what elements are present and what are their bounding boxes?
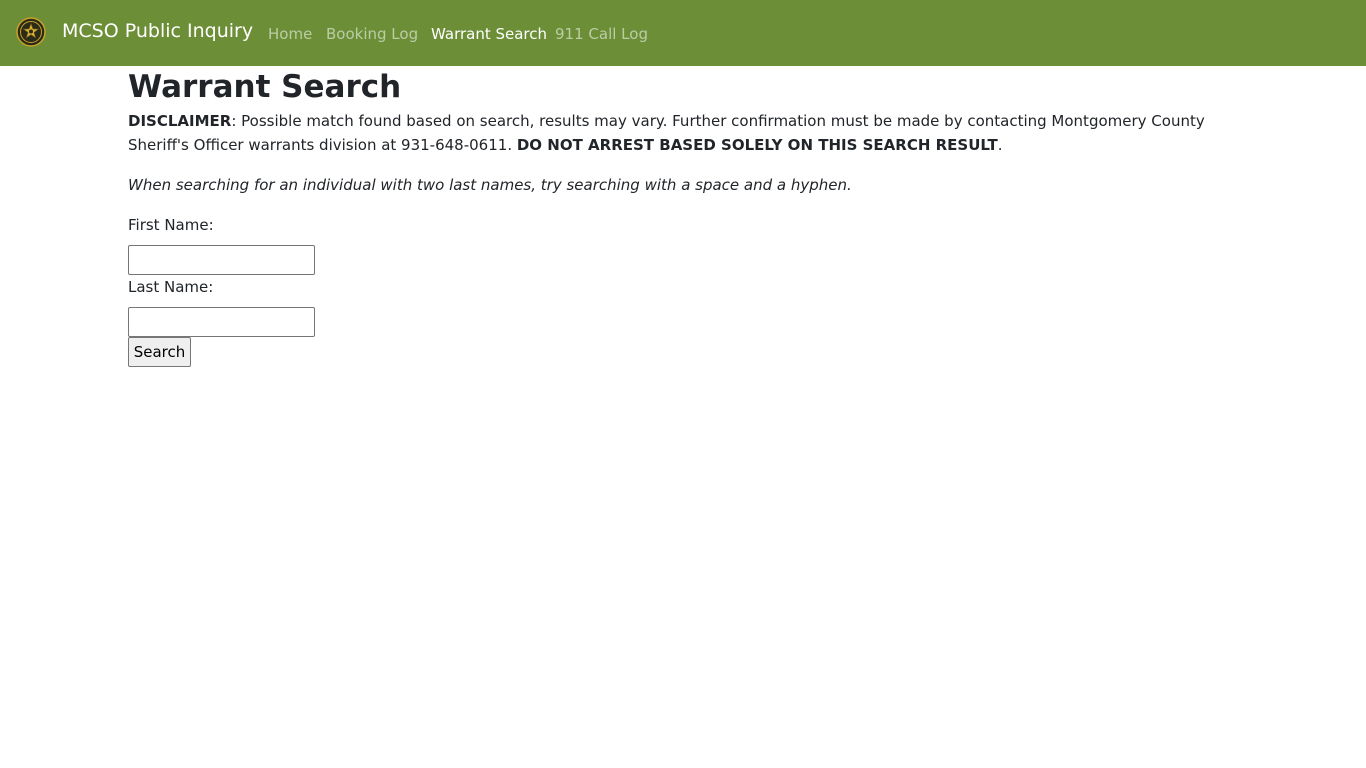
nav-link-home[interactable]: Home [268, 24, 312, 44]
search-button[interactable]: Search [128, 337, 191, 367]
last-name-input[interactable] [128, 307, 315, 337]
sheriff-badge-icon[interactable] [16, 17, 46, 47]
brand-link[interactable]: MCSO Public Inquiry [62, 19, 253, 43]
last-name-label: Last Name: [128, 278, 214, 296]
page-title: Warrant Search [128, 69, 402, 105]
first-name-label: First Name: [128, 216, 214, 234]
disclaimer-warning: DO NOT ARREST BASED SOLELY ON THIS SEARC… [516, 136, 998, 154]
nav-link-911-call-log[interactable]: 911 Call Log [555, 24, 648, 44]
nav-link-booking-log[interactable]: Booking Log [326, 24, 418, 44]
search-hint: When searching for an individual with tw… [128, 176, 852, 194]
nav-link-warrant-search[interactable]: Warrant Search [431, 24, 547, 44]
navbar: MCSO Public Inquiry Home Booking Log War… [0, 0, 1366, 66]
first-name-input[interactable] [128, 245, 315, 275]
disclaimer-label: DISCLAIMER [128, 112, 232, 130]
disclaimer-text: DISCLAIMER: Possible match found based o… [128, 109, 1208, 157]
disclaimer-end: . [997, 136, 1003, 154]
